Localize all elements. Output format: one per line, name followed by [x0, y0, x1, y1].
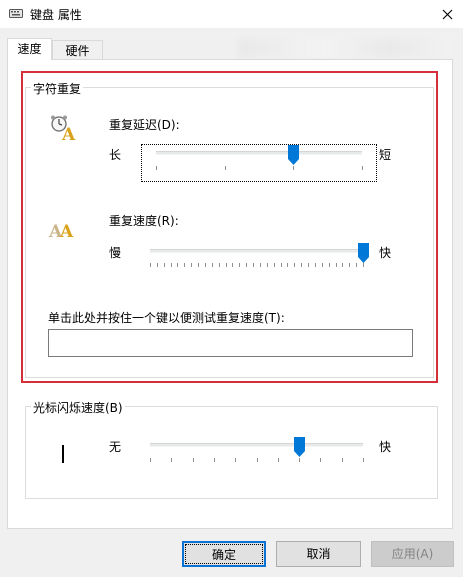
slider-track	[150, 443, 363, 447]
slider-tick	[363, 458, 364, 462]
tab-speed[interactable]: 速度	[7, 38, 52, 60]
apply-button[interactable]: 应用(A)	[371, 541, 454, 567]
slider-thumb[interactable]	[293, 437, 305, 457]
cursor-blink-min-label: 无	[109, 440, 122, 454]
cursor-blink-legend: 光标闪烁速度(B)	[31, 399, 125, 416]
ok-button-focus	[185, 544, 263, 564]
slider-tick	[320, 458, 322, 462]
cancel-button[interactable]: 取消	[276, 541, 361, 567]
apply-button-label: 应用(A)	[391, 547, 434, 561]
close-icon	[442, 9, 452, 19]
cursor-blink-slider[interactable]	[150, 437, 368, 467]
slider-ticks	[150, 458, 364, 462]
slider-tick	[192, 458, 194, 462]
ok-button[interactable]: 确定	[182, 541, 266, 567]
keyboard-icon	[9, 9, 23, 18]
cursor-blink-max-label: 快	[379, 440, 392, 454]
cursor-blink-preview	[62, 445, 64, 463]
highlight-frame	[21, 71, 438, 383]
slider-tick	[235, 458, 237, 462]
slider-tick	[341, 458, 343, 462]
slider-tick	[213, 458, 215, 462]
slider-tick	[150, 458, 151, 462]
cancel-button-label: 取消	[306, 547, 331, 561]
slider-tick	[299, 458, 301, 462]
blurred-area	[238, 38, 453, 58]
close-button[interactable]	[431, 0, 463, 28]
slider-tick	[277, 458, 279, 462]
slider-tick	[171, 458, 173, 462]
tab-hardware[interactable]: 硬件	[52, 40, 103, 60]
window-title: 键盘 属性	[30, 8, 82, 22]
slider-tick	[256, 458, 258, 462]
